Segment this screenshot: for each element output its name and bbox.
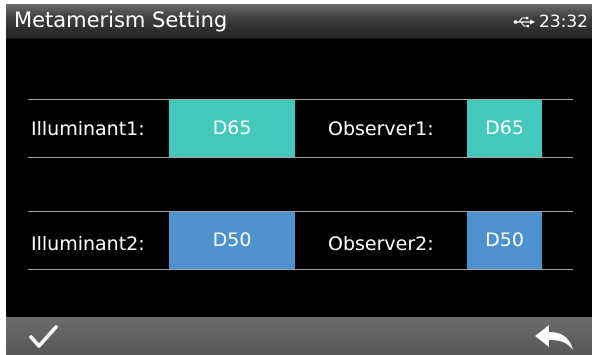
- divider: [28, 157, 573, 158]
- checkmark-icon: [29, 325, 58, 348]
- observer2-label: Observer2:: [328, 233, 434, 255]
- observer2-button[interactable]: D50: [467, 212, 542, 269]
- confirm-button[interactable]: [26, 322, 62, 352]
- divider: [28, 269, 573, 270]
- observer1-label: Observer1:: [328, 118, 434, 140]
- status-area: 23:32: [513, 11, 588, 33]
- title-bar: Metamerism Setting 23:32: [6, 4, 592, 39]
- observer1-value: D65: [485, 117, 524, 139]
- observer1-button[interactable]: D65: [467, 100, 542, 157]
- clock-time: 23:32: [539, 12, 588, 32]
- illuminant1-label: Illuminant1:: [31, 118, 145, 140]
- illuminant2-button[interactable]: D50: [169, 212, 295, 269]
- bottom-toolbar: [6, 317, 592, 355]
- illuminant1-value: D65: [212, 117, 252, 139]
- back-button[interactable]: [532, 322, 576, 352]
- page-title: Metamerism Setting: [14, 8, 228, 32]
- observer2-value: D50: [485, 229, 524, 251]
- illuminant2-value: D50: [212, 229, 252, 251]
- illuminant1-button[interactable]: D65: [169, 100, 295, 157]
- illuminant2-label: Illuminant2:: [31, 233, 145, 255]
- device-screen: Metamerism Setting 23:32 Illuminant1: D6…: [6, 4, 592, 355]
- back-arrow-icon: [535, 325, 573, 350]
- usb-icon: [513, 16, 535, 28]
